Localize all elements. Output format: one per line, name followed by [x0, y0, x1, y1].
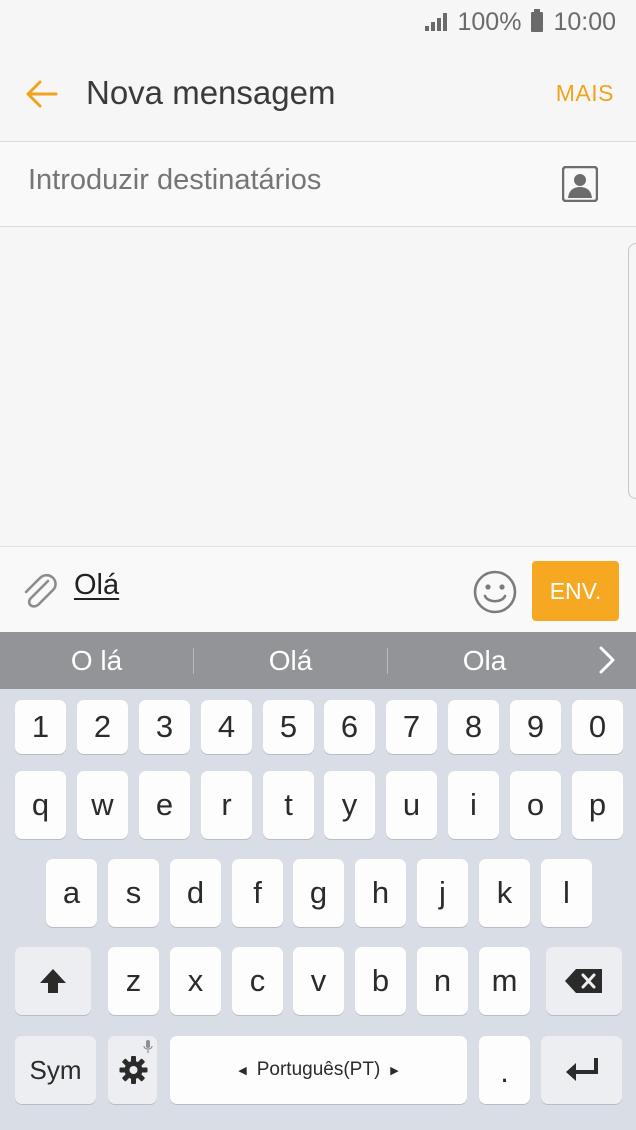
key-2[interactable]: 2	[77, 700, 128, 754]
message-thread-area	[0, 227, 636, 546]
backspace-icon	[565, 969, 602, 993]
shift-arrow-icon	[40, 969, 66, 993]
key-b[interactable]: b	[355, 947, 406, 1015]
keyboard: 1 2 3 4 5 6 7 8 9 0 q w e r t y u i o p …	[0, 689, 636, 1130]
edge-panel-handle[interactable]	[628, 243, 636, 499]
enter-arrow-icon	[565, 1058, 598, 1081]
contact-icon	[561, 165, 599, 203]
key-3[interactable]: 3	[139, 700, 190, 754]
page-title: Nova mensagem	[86, 74, 336, 111]
paperclip-icon	[24, 573, 57, 608]
space-bar-language-label: Português(PT)	[256, 1059, 381, 1080]
key-8[interactable]: 8	[448, 700, 499, 754]
period-key[interactable]: .	[479, 1036, 530, 1104]
recipients-field-container	[0, 142, 636, 227]
key-p[interactable]: p	[572, 771, 623, 839]
language-right-icon: ▶	[390, 1064, 399, 1077]
key-q[interactable]: q	[15, 771, 66, 839]
app-bar: Nova mensagem MAIS	[0, 44, 636, 142]
smiley-icon	[473, 570, 517, 614]
key-n[interactable]: n	[417, 947, 468, 1015]
suggestion-item[interactable]: Ola	[388, 645, 581, 677]
suggestion-item[interactable]: O lá	[0, 645, 193, 677]
recipients-input[interactable]	[28, 164, 528, 197]
chevron-right-icon	[599, 646, 615, 674]
key-x[interactable]: x	[170, 947, 221, 1015]
more-button[interactable]: MAIS	[556, 80, 614, 107]
key-v[interactable]: v	[293, 947, 344, 1015]
key-o[interactable]: o	[510, 771, 561, 839]
attach-button[interactable]	[18, 569, 60, 613]
microphone-icon	[143, 1040, 153, 1053]
contact-picker-button[interactable]	[561, 165, 599, 203]
suggestion-bar: O lá Olá Ola	[0, 632, 636, 689]
key-t[interactable]: t	[263, 771, 314, 839]
key-1[interactable]: 1	[15, 700, 66, 754]
status-right: 100% 10:00	[425, 8, 616, 36]
suggestions-expand-button[interactable]	[596, 644, 618, 676]
key-f[interactable]: f	[232, 859, 283, 927]
shift-key[interactable]	[15, 947, 91, 1015]
key-i[interactable]: i	[448, 771, 499, 839]
space-bar[interactable]: ◀ Português(PT) ▶	[170, 1036, 467, 1104]
send-button[interactable]: ENV.	[532, 561, 619, 621]
compose-bar: Olá ENV.	[0, 546, 636, 632]
settings-key[interactable]	[108, 1036, 157, 1104]
message-input[interactable]: Olá	[74, 569, 119, 602]
key-j[interactable]: j	[417, 859, 468, 927]
emoji-button[interactable]	[472, 569, 518, 615]
key-k[interactable]: k	[479, 859, 530, 927]
battery-percentage: 100%	[457, 7, 522, 36]
key-s[interactable]: s	[108, 859, 159, 927]
symbols-key[interactable]: Sym	[15, 1036, 96, 1104]
signal-icon	[425, 13, 448, 31]
key-6[interactable]: 6	[324, 700, 375, 754]
key-w[interactable]: w	[77, 771, 128, 839]
key-a[interactable]: a	[46, 859, 97, 927]
key-c[interactable]: c	[232, 947, 283, 1015]
battery-icon	[531, 9, 544, 32]
gear-icon	[119, 1056, 147, 1084]
key-z[interactable]: z	[108, 947, 159, 1015]
back-button[interactable]	[20, 72, 64, 116]
key-d[interactable]: d	[170, 859, 221, 927]
enter-key[interactable]	[541, 1036, 622, 1104]
key-u[interactable]: u	[386, 771, 437, 839]
suggestion-item[interactable]: Olá	[194, 645, 387, 677]
key-h[interactable]: h	[355, 859, 406, 927]
key-l[interactable]: l	[541, 859, 592, 927]
status-time: 10:00	[553, 7, 616, 36]
key-5[interactable]: 5	[263, 700, 314, 754]
key-y[interactable]: y	[324, 771, 375, 839]
key-g[interactable]: g	[293, 859, 344, 927]
backspace-key[interactable]	[546, 947, 622, 1015]
back-arrow-icon	[26, 80, 58, 108]
key-4[interactable]: 4	[201, 700, 252, 754]
key-9[interactable]: 9	[510, 700, 561, 754]
key-7[interactable]: 7	[386, 700, 437, 754]
key-0[interactable]: 0	[572, 700, 623, 754]
key-r[interactable]: r	[201, 771, 252, 839]
key-m[interactable]: m	[479, 947, 530, 1015]
language-left-icon: ◀	[238, 1064, 247, 1077]
key-e[interactable]: e	[139, 771, 190, 839]
status-bar: 100% 10:00	[0, 0, 636, 44]
